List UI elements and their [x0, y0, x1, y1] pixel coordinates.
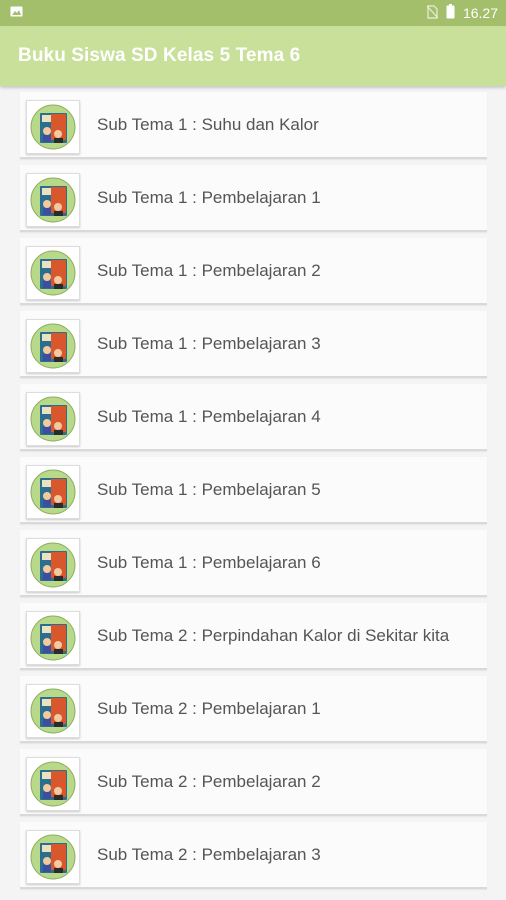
- list-item-label: Sub Tema 2 : Pembelajaran 2: [97, 771, 321, 791]
- battery-icon: [446, 4, 455, 22]
- chapter-list[interactable]: Sub Tema 1 : Suhu dan Kalor Sub Tema 1 :…: [0, 86, 506, 900]
- list-item[interactable]: Sub Tema 1 : Pembelajaran 3: [20, 311, 487, 378]
- image-icon: [10, 4, 23, 22]
- list-item[interactable]: Sub Tema 2 : Perpindahan Kalor di Sekita…: [20, 603, 487, 670]
- list-item[interactable]: Sub Tema 1 : Pembelajaran 6: [20, 530, 487, 597]
- book-cover-icon: [26, 538, 80, 592]
- no-sim-icon: [426, 4, 439, 22]
- book-cover-icon: [26, 392, 80, 446]
- list-item-label: Sub Tema 1 : Pembelajaran 6: [97, 552, 321, 572]
- list-item[interactable]: Sub Tema 1 : Pembelajaran 2: [20, 238, 487, 305]
- book-cover-icon: [26, 684, 80, 738]
- list-item-label: Sub Tema 1 : Suhu dan Kalor: [97, 114, 319, 134]
- list-item-label: Sub Tema 2 : Pembelajaran 1: [97, 698, 321, 718]
- status-bar: 16.27: [0, 0, 506, 26]
- book-cover-icon: [26, 246, 80, 300]
- list-item-label: Sub Tema 2 : Pembelajaran 3: [97, 844, 321, 864]
- list-item-label: Sub Tema 1 : Pembelajaran 5: [97, 479, 321, 499]
- list-item[interactable]: Sub Tema 2 : Pembelajaran 2: [20, 749, 487, 816]
- book-cover-icon: [26, 465, 80, 519]
- list-item[interactable]: Sub Tema 1 : Pembelajaran 1: [20, 165, 487, 232]
- list-item[interactable]: Sub Tema 1 : Suhu dan Kalor: [20, 92, 487, 159]
- book-cover-icon: [26, 611, 80, 665]
- list-item-label: Sub Tema 1 : Pembelajaran 3: [97, 333, 321, 353]
- list-item[interactable]: Sub Tema 1 : Pembelajaran 4: [20, 384, 487, 451]
- book-cover-icon: [26, 100, 80, 154]
- clock: 16.27: [462, 5, 498, 21]
- book-cover-icon: [26, 173, 80, 227]
- list-item[interactable]: Sub Tema 1 : Pembelajaran 5: [20, 457, 487, 524]
- book-cover-icon: [26, 319, 80, 373]
- list-item-label: Sub Tema 1 : Pembelajaran 1: [97, 187, 321, 207]
- list-item-label: Sub Tema 2 : Perpindahan Kalor di Sekita…: [97, 625, 450, 645]
- list-item-label: Sub Tema 1 : Pembelajaran 2: [97, 260, 321, 280]
- book-cover-icon: [26, 757, 80, 811]
- list-item-label: Sub Tema 1 : Pembelajaran 4: [97, 406, 321, 426]
- list-item[interactable]: Sub Tema 2 : Pembelajaran 1: [20, 676, 487, 743]
- book-cover-icon: [26, 830, 80, 884]
- app-bar: Buku Siswa SD Kelas 5 Tema 6: [0, 26, 506, 86]
- list-item[interactable]: Sub Tema 2 : Pembelajaran 3: [20, 822, 487, 889]
- app-title: Buku Siswa SD Kelas 5 Tema 6: [18, 45, 301, 66]
